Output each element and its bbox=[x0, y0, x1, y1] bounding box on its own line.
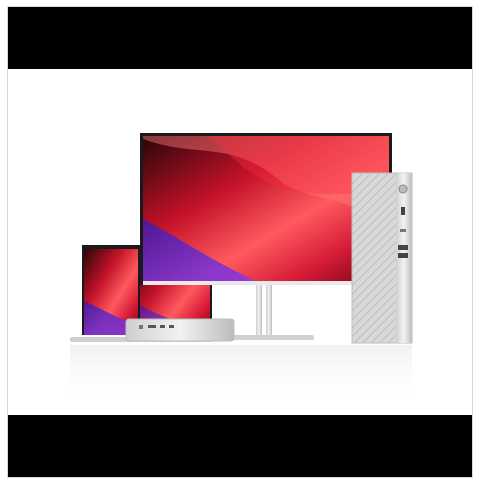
product-illustration bbox=[70, 133, 413, 405]
mini-pc-icon bbox=[125, 318, 235, 342]
letterbox-bottom bbox=[8, 415, 472, 477]
media-viewer[interactable] bbox=[7, 6, 473, 478]
floor-reflection bbox=[70, 345, 412, 405]
product-image bbox=[8, 69, 472, 415]
tower-pc-icon bbox=[351, 172, 413, 344]
letterbox-top bbox=[8, 7, 472, 69]
